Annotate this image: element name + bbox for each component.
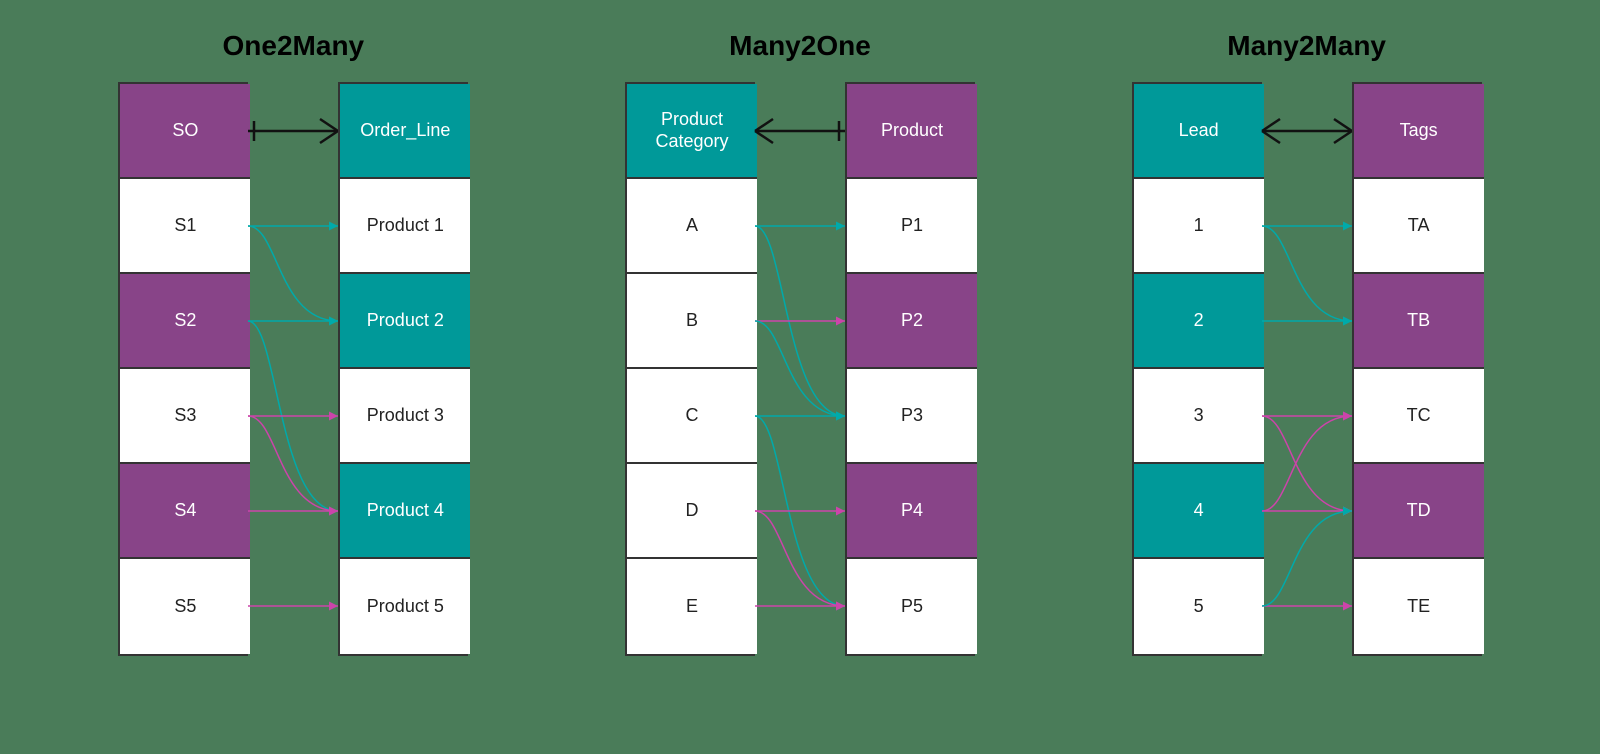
so-row-4: S4 — [120, 464, 250, 559]
productcategory-row-5: E — [627, 559, 757, 654]
orderline-row-4: Product 4 — [340, 464, 470, 559]
tags-row-5: TE — [1354, 559, 1484, 654]
tags-row-3: TC — [1354, 369, 1484, 464]
tags-header: Tags — [1354, 84, 1484, 179]
lead-row-2: 2 — [1134, 274, 1264, 369]
lead-row-3: 3 — [1134, 369, 1264, 464]
lead-row-4: 4 — [1134, 464, 1264, 559]
tags-row-1: TA — [1354, 179, 1484, 274]
one2many-title: One2Many — [223, 30, 365, 62]
many2many-body: Lead 1 2 3 4 5 — [1132, 82, 1482, 656]
lead-row-1: 1 — [1134, 179, 1264, 274]
so-column: SO S1 S2 S3 S4 S5 — [118, 82, 248, 656]
orderline-row-3: Product 3 — [340, 369, 470, 464]
orderline-row-5: Product 5 — [340, 559, 470, 654]
many2many-section: Many2Many Lead 1 2 3 4 5 — [1132, 30, 1482, 656]
lead-header: Lead — [1134, 84, 1264, 179]
productcategory-row-2: B — [627, 274, 757, 369]
many2one-body: Product Category A B C D E — [625, 82, 975, 656]
orderline-row-2: Product 2 — [340, 274, 470, 369]
many2one-title: Many2One — [729, 30, 871, 62]
tags-column: Tags TA TB TC TD TE — [1352, 82, 1482, 656]
many2one-section: Many2One Product Category A B C D E — [625, 30, 975, 656]
many2many-connector — [1262, 84, 1352, 654]
orderline-column: Order_Line Product 1 Product 2 Product 3… — [338, 82, 468, 656]
lead-column: Lead 1 2 3 4 5 — [1132, 82, 1262, 656]
many2one-connector — [755, 84, 845, 654]
product-row-1: P1 — [847, 179, 977, 274]
product-row-3: P3 — [847, 369, 977, 464]
product-row-2: P2 — [847, 274, 977, 369]
so-header: SO — [120, 84, 250, 179]
product-header: Product — [847, 84, 977, 179]
tags-row-4: TD — [1354, 464, 1484, 559]
so-row-2: S2 — [120, 274, 250, 369]
productcategory-column: Product Category A B C D E — [625, 82, 755, 656]
one2many-connector — [248, 84, 338, 654]
so-row-5: S5 — [120, 559, 250, 654]
so-row-3: S3 — [120, 369, 250, 464]
productcategory-row-3: C — [627, 369, 757, 464]
productcategory-row-4: D — [627, 464, 757, 559]
product-column: Product P1 P2 P3 P4 P5 — [845, 82, 975, 656]
one2many-section: One2Many SO S1 S2 S3 S4 S5 — [118, 30, 468, 656]
many2many-title: Many2Many — [1227, 30, 1386, 62]
orderline-header: Order_Line — [340, 84, 470, 179]
orderline-row-1: Product 1 — [340, 179, 470, 274]
productcategory-header: Product Category — [627, 84, 757, 179]
product-row-4: P4 — [847, 464, 977, 559]
tags-row-2: TB — [1354, 274, 1484, 369]
productcategory-row-1: A — [627, 179, 757, 274]
one2many-body: SO S1 S2 S3 S4 S5 — [118, 82, 468, 656]
main-container: One2Many SO S1 S2 S3 S4 S5 — [0, 0, 1600, 754]
so-row-1: S1 — [120, 179, 250, 274]
product-row-5: P5 — [847, 559, 977, 654]
lead-row-5: 5 — [1134, 559, 1264, 654]
